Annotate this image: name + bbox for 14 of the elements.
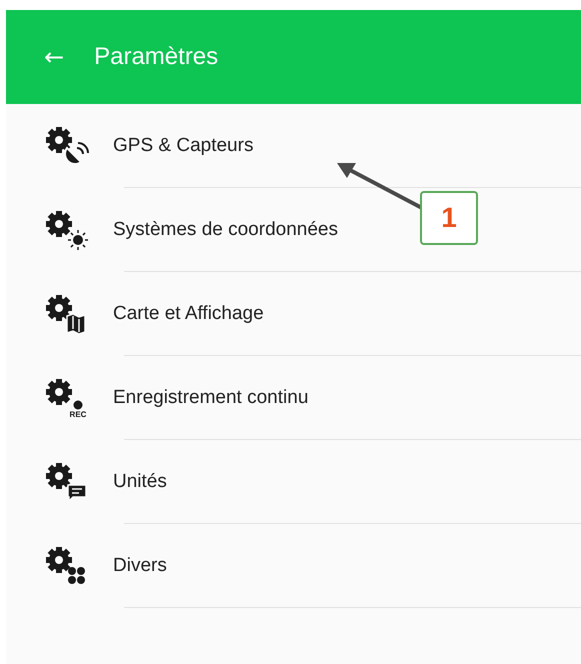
gear-sun-icon xyxy=(46,211,88,250)
settings-item[interactable]: Carte et Affichage xyxy=(6,272,581,356)
gear-satellite-icon xyxy=(46,127,89,165)
gear-message-icon xyxy=(46,463,87,502)
settings-item[interactable]: GPS & Capteurs xyxy=(6,104,581,188)
settings-item[interactable]: Unités xyxy=(6,440,581,524)
rec-label: REC xyxy=(70,410,86,418)
gear-map-icon xyxy=(46,295,86,334)
callout-number: 1 xyxy=(420,191,478,245)
gear-record-icon xyxy=(46,379,82,410)
settings-item[interactable]: REC Enregistrement continu xyxy=(6,356,581,440)
settings-item[interactable]: Divers xyxy=(6,524,581,608)
gear-dots-icon xyxy=(46,547,85,584)
page-title: Paramètres xyxy=(94,43,218,71)
